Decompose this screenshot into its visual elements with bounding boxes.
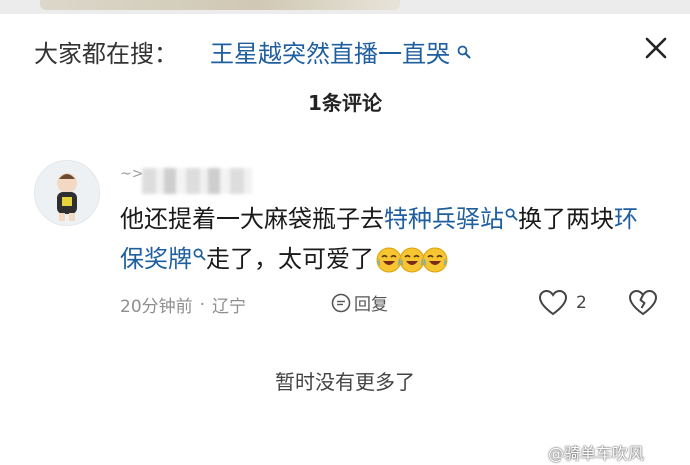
reply-icon: [331, 293, 351, 312]
avatar[interactable]: [34, 160, 100, 226]
avatar-image: [35, 161, 99, 225]
magnifier-icon: [505, 208, 518, 225]
magnifier-icon: [193, 248, 206, 265]
meta-separator: ·: [199, 294, 206, 315]
close-icon[interactable]: [640, 32, 672, 64]
emoji-group: [376, 246, 448, 284]
comment-text: 他还提着一大麻袋瓶子去特种兵驿站 换了两块环保奖牌 走了，太可爱了: [120, 198, 660, 284]
laughing-crying-face-icon: [422, 247, 448, 273]
hashtag-link-1[interactable]: 特种兵驿站: [384, 205, 518, 233]
search-header: 大家都在搜： 王星越突然直播一直哭: [0, 14, 690, 84]
trending-search-label: 大家都在搜：: [34, 40, 178, 68]
like-button[interactable]: 2: [538, 289, 587, 317]
comment-time: 20分钟前: [120, 297, 193, 317]
comment-text-part-1: 他还提着一大麻袋瓶子去: [120, 205, 384, 233]
comment-count-title: 1条评论: [308, 91, 382, 115]
cropped-text-fragment: [40, 0, 400, 10]
comment-location: 辽宁: [212, 297, 247, 317]
magnifier-icon: [452, 45, 471, 63]
cropped-top-strip: [0, 0, 690, 14]
comment-meta: 20分钟前 · 辽宁: [120, 292, 247, 318]
trending-search-link[interactable]: 王星越突然直播一直哭: [210, 34, 471, 69]
username-prefix: ~>: [120, 166, 144, 182]
heart-icon: [538, 289, 568, 316]
hashtag-link-1-text[interactable]: 特种兵驿站: [384, 205, 504, 233]
trending-search-text[interactable]: 王星越突然直播一直哭: [210, 40, 450, 68]
close-button[interactable]: [640, 32, 672, 64]
no-more-comments: 暂时没有更多了: [275, 370, 415, 394]
comment-text-part-2: 换了两块: [518, 205, 614, 233]
like-count: 2: [576, 293, 587, 313]
username-redacted[interactable]: [142, 168, 252, 194]
reply-button[interactable]: 回复: [330, 290, 388, 315]
broken-heart-icon: [628, 289, 658, 316]
dislike-button[interactable]: [628, 289, 658, 321]
watermark: @骑单车吹风: [548, 444, 645, 463]
reply-label[interactable]: 回复: [354, 290, 388, 315]
comment-text-part-3: 走了，太可爱了: [206, 245, 374, 273]
